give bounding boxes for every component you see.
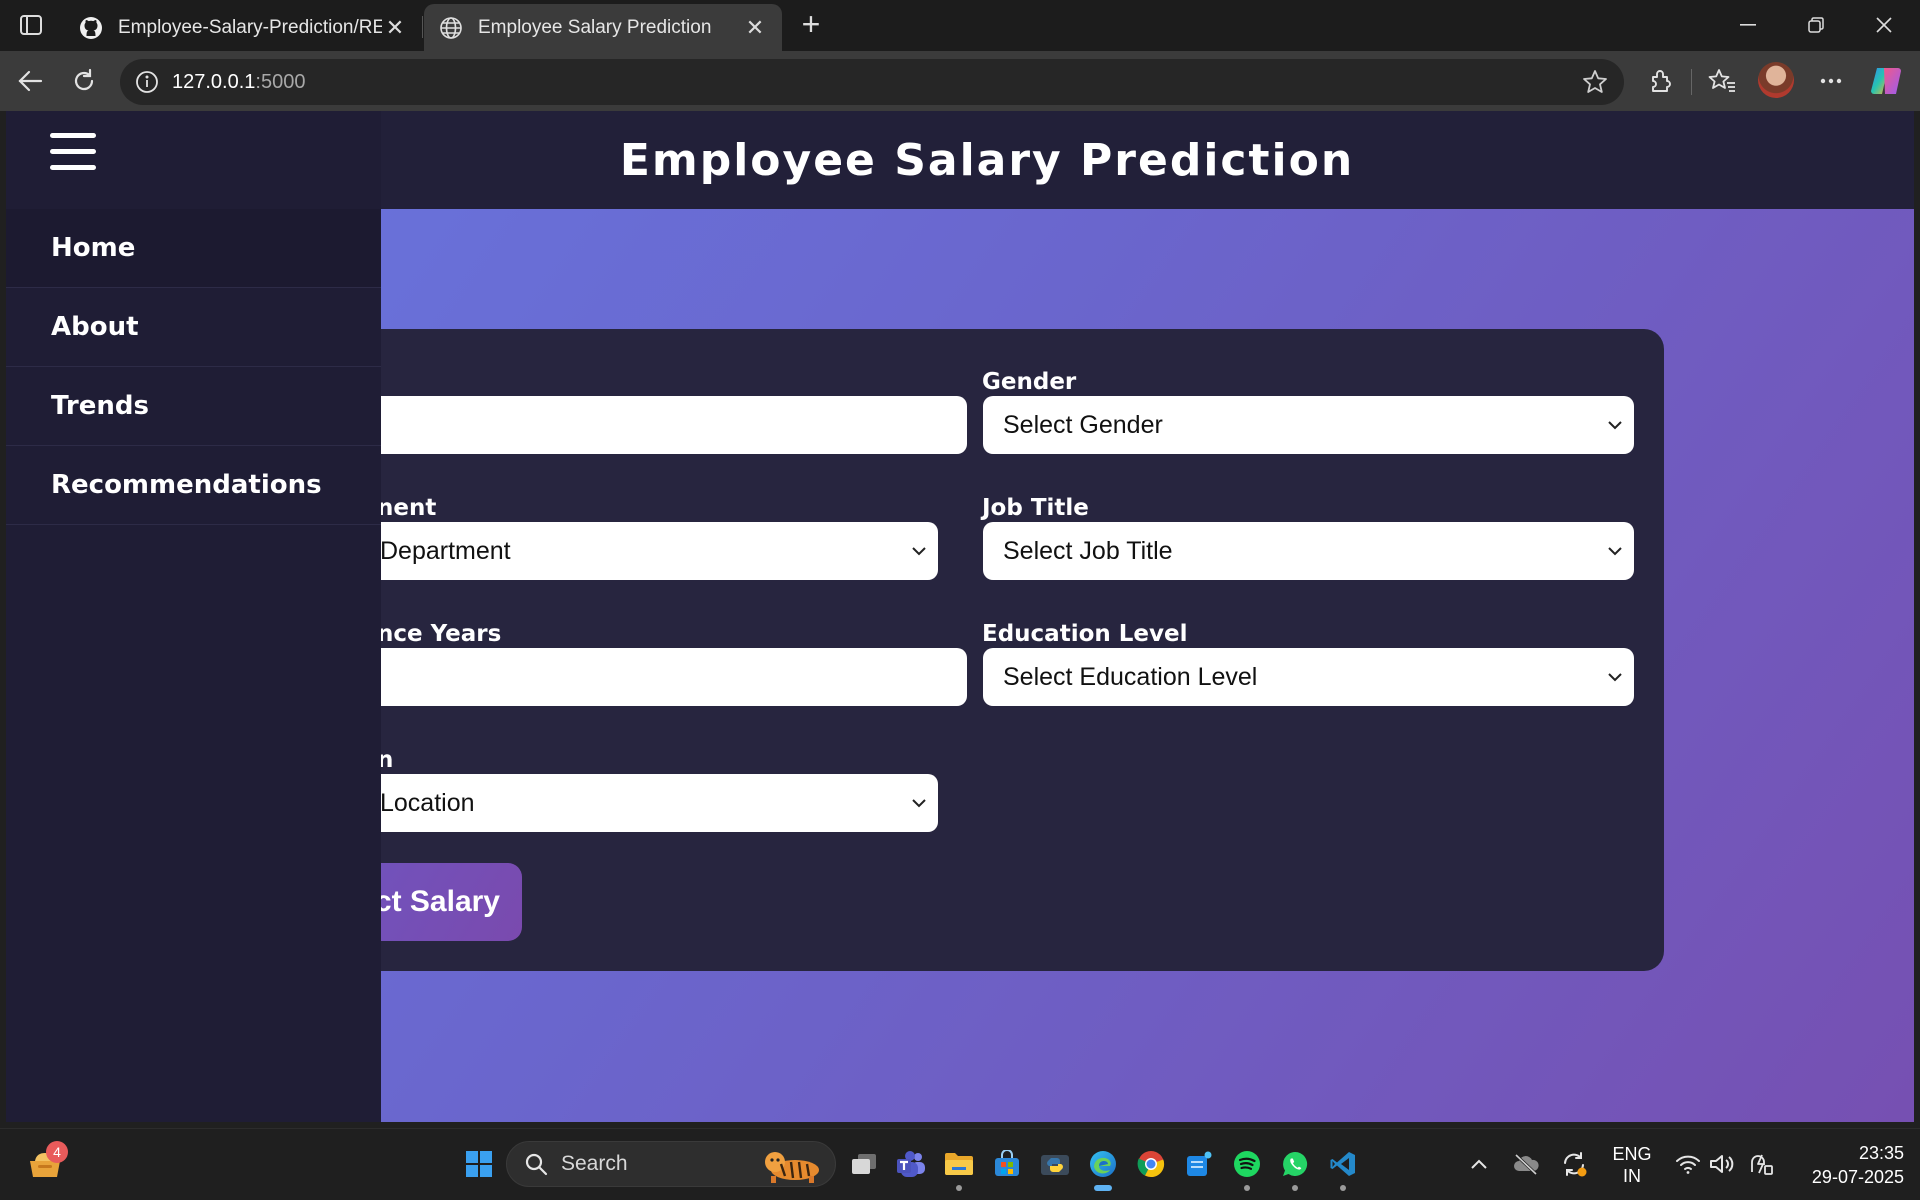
onedrive-offline-icon[interactable] (1505, 1143, 1547, 1185)
extensions-icon[interactable] (1643, 63, 1679, 99)
restore-icon[interactable] (1782, 0, 1850, 50)
education-level-select-value: Select Education Level (1003, 662, 1258, 691)
tab-divider (422, 16, 423, 38)
tab-github-readme[interactable]: Employee-Salary-Prediction/READ ✕ (64, 4, 422, 51)
profile-avatar[interactable] (1758, 62, 1794, 98)
input-language-indicator[interactable]: ENG IN (1606, 1143, 1658, 1187)
sync-update-icon[interactable] (1553, 1143, 1595, 1185)
sidebar-item-trends[interactable]: Trends (6, 367, 381, 446)
job-title-label: Job Title (982, 495, 1089, 521)
back-icon[interactable] (12, 63, 48, 99)
taskbar-search[interactable]: Search (506, 1141, 836, 1187)
address-bar[interactable]: 127.0.0.1:5000 (120, 59, 1624, 105)
whatsapp-icon[interactable] (1274, 1143, 1316, 1191)
education-level-label: Education Level (982, 621, 1188, 647)
favorites-icon[interactable] (1704, 63, 1740, 99)
chevron-up-icon[interactable] (1458, 1143, 1500, 1185)
sidebar-item-recommendations[interactable]: Recommendations (6, 446, 381, 525)
gender-label: Gender (982, 369, 1077, 395)
chrome-icon[interactable] (1130, 1143, 1172, 1185)
close-tab-icon[interactable]: ✕ (382, 15, 408, 41)
notes-app-icon[interactable] (1178, 1143, 1220, 1185)
spotify-icon[interactable] (1226, 1143, 1268, 1191)
education-level-select[interactable]: Select Education Level (983, 648, 1634, 706)
chevron-down-icon (1606, 668, 1624, 686)
page-viewport: Employee Salary Prediction Gender Select… (6, 111, 1914, 1122)
chevron-down-icon (910, 794, 928, 812)
battery-charging-icon[interactable] (1740, 1143, 1782, 1185)
start-icon[interactable] (458, 1143, 500, 1185)
tab-actions-icon[interactable] (14, 10, 48, 40)
browser-tab-bar: Employee-Salary-Prediction/READ ✕ Employ… (0, 0, 1920, 51)
department-label: nent (377, 495, 437, 521)
task-view-icon[interactable] (843, 1143, 885, 1185)
running-indicator (1340, 1185, 1346, 1191)
sidebar-nav: Home About Trends Recommendations (6, 209, 381, 525)
chevron-down-icon (1606, 416, 1624, 434)
language-code: ENG (1612, 1144, 1652, 1164)
url-host: 127.0.0.1 (172, 70, 256, 93)
new-tab-icon[interactable]: + (794, 8, 828, 42)
system-clock[interactable]: 23:35 29-07-2025 (1788, 1141, 1904, 1189)
chevron-down-icon (910, 542, 928, 560)
url-port: :5000 (255, 70, 306, 93)
hamburger-menu-icon[interactable] (50, 133, 96, 173)
active-app-indicator (1094, 1185, 1112, 1191)
vscode-icon[interactable] (1322, 1143, 1364, 1191)
tab-title: Employee-Salary-Prediction/READ (118, 16, 382, 38)
teams-icon[interactable] (890, 1143, 932, 1185)
sidebar-menu: Home About Trends Recommendations (6, 111, 381, 1122)
sidebar-item-home[interactable]: Home (6, 209, 381, 288)
search-icon (521, 1149, 551, 1179)
sidebar-item-about[interactable]: About (6, 288, 381, 367)
volume-icon[interactable] (1701, 1143, 1743, 1185)
file-explorer-icon[interactable] (938, 1143, 980, 1191)
github-icon (78, 15, 104, 41)
favorite-star-icon[interactable] (1580, 67, 1610, 97)
edge-browser-icon[interactable] (1082, 1143, 1124, 1191)
toolbar-divider (1691, 69, 1692, 95)
windows-taskbar: 4 Search ENG IN 23:35 29-07-2025 (0, 1128, 1920, 1200)
region-code: IN (1623, 1166, 1641, 1186)
tab-title: Employee Salary Prediction (478, 16, 712, 38)
running-indicator (1292, 1185, 1298, 1191)
gender-select-value: Select Gender (1003, 410, 1163, 439)
search-highlight-tiger-icon (761, 1146, 827, 1184)
department-select-value: Department (380, 536, 511, 565)
copilot-icon[interactable] (1868, 63, 1904, 99)
experience-years-label: nce Years (377, 621, 502, 647)
globe-icon (438, 15, 464, 41)
python-app-icon[interactable] (1034, 1143, 1076, 1185)
minimize-icon[interactable] (1714, 0, 1782, 50)
job-title-select[interactable]: Select Job Title (983, 522, 1634, 580)
search-label: Search (561, 1152, 628, 1175)
more-options-icon[interactable] (1813, 63, 1849, 99)
job-title-select-value: Select Job Title (1003, 536, 1173, 565)
refresh-icon[interactable] (66, 63, 102, 99)
clock-date: 29-07-2025 (1811, 1167, 1904, 1187)
close-tab-icon[interactable]: ✕ (742, 15, 768, 41)
chevron-down-icon (1606, 542, 1624, 560)
browser-toolbar: 127.0.0.1:5000 (0, 51, 1920, 111)
clock-time: 23:35 (1858, 1143, 1904, 1163)
microsoft-store-icon[interactable] (986, 1143, 1028, 1185)
url-text: 127.0.0.1:5000 (172, 71, 305, 94)
widgets-badge: 4 (46, 1141, 68, 1163)
location-select-value: Location (380, 788, 475, 817)
page-title: Employee Salary Prediction (619, 134, 1355, 186)
running-indicator (1244, 1185, 1250, 1191)
gender-select[interactable]: Select Gender (983, 396, 1634, 454)
site-info-icon[interactable] (132, 67, 162, 97)
running-indicator (956, 1185, 962, 1191)
tab-employee-salary-prediction[interactable]: Employee Salary Prediction ✕ (424, 4, 782, 51)
close-window-icon[interactable] (1850, 0, 1918, 50)
